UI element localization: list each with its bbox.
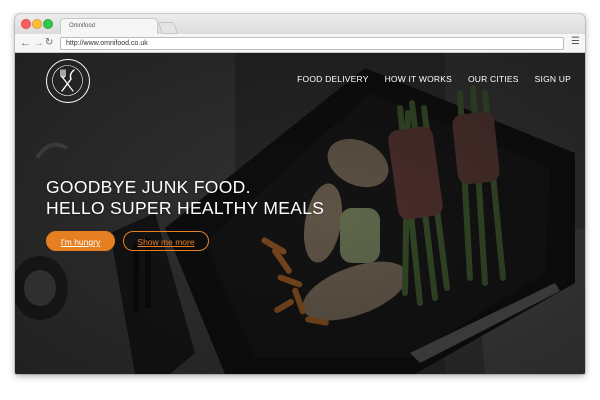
hero-section: FOOD DELIVERY HOW IT WORKS OUR CITIES SI…: [15, 53, 585, 374]
nav-link-our-cities[interactable]: OUR CITIES: [468, 74, 519, 84]
im-hungry-button[interactable]: I'm hungry: [46, 231, 115, 251]
back-arrow-icon[interactable]: ←: [20, 36, 31, 50]
browser-tab[interactable]: Omnifood: [60, 18, 158, 34]
title-bar: Omnifood: [15, 14, 585, 34]
main-navigation: FOOD DELIVERY HOW IT WORKS OUR CITIES SI…: [297, 74, 585, 84]
browser-toolbar: ← → ↻ http://www.omnifood.co.uk ☰: [15, 34, 585, 53]
close-window-button[interactable]: [21, 19, 31, 29]
address-bar[interactable]: http://www.omnifood.co.uk: [60, 37, 564, 50]
nav-link-sign-up[interactable]: SIGN UP: [535, 74, 571, 84]
new-tab-button[interactable]: [158, 22, 178, 34]
reload-icon[interactable]: ↻: [45, 36, 53, 50]
nav-link-how-it-works[interactable]: HOW IT WORKS: [385, 74, 452, 84]
url-text: http://www.omnifood.co.uk: [66, 40, 148, 47]
browser-window: Omnifood ← → ↻ http://www.omnifood.co.uk…: [15, 14, 585, 374]
minimize-window-button[interactable]: [32, 19, 42, 29]
forward-arrow-icon[interactable]: →: [33, 36, 44, 50]
omnifood-logo[interactable]: [46, 59, 90, 103]
headline-line-1: GOODBYE JUNK FOOD.: [46, 177, 251, 197]
nav-link-food-delivery[interactable]: FOOD DELIVERY: [297, 74, 368, 84]
fork-knife-icon: [52, 65, 83, 96]
tab-title: Omnifood: [69, 23, 96, 29]
headline-line-2: HELLO SUPER HEALTHY MEALS: [46, 198, 325, 218]
maximize-window-button[interactable]: [43, 19, 53, 29]
hamburger-menu-icon[interactable]: ☰: [571, 35, 580, 49]
show-me-more-button[interactable]: Show me more: [123, 231, 209, 251]
hero-headline: GOODBYE JUNK FOOD. HELLO SUPER HEALTHY M…: [46, 177, 324, 219]
